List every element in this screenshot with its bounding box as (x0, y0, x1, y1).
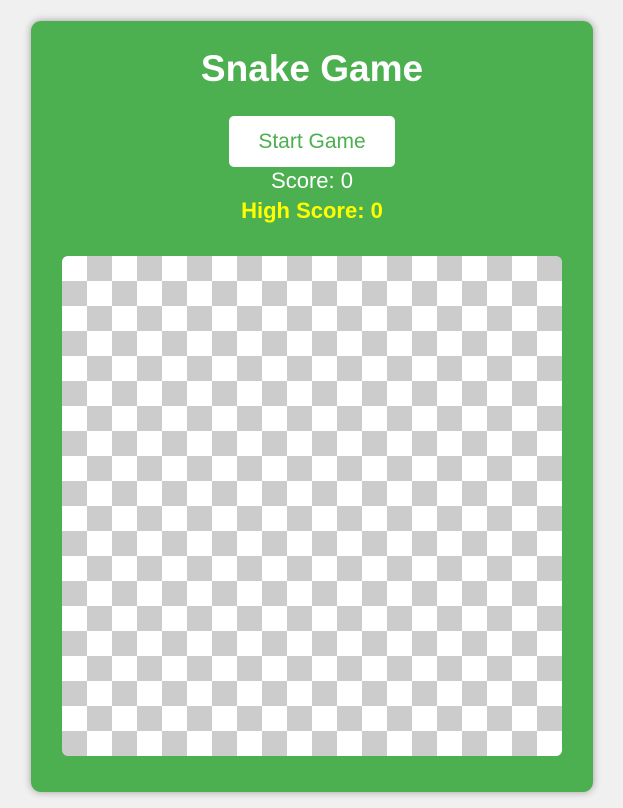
game-title: Snake Game (200, 48, 424, 89)
high-score-display: High Score: 0 (241, 198, 383, 223)
game-panel: Snake Game Start Game Score: 0 High Scor… (31, 21, 593, 792)
game-board[interactable] (62, 256, 562, 756)
start-game-button[interactable]: Start Game (229, 116, 395, 167)
score-display: Score: 0 (271, 168, 353, 193)
